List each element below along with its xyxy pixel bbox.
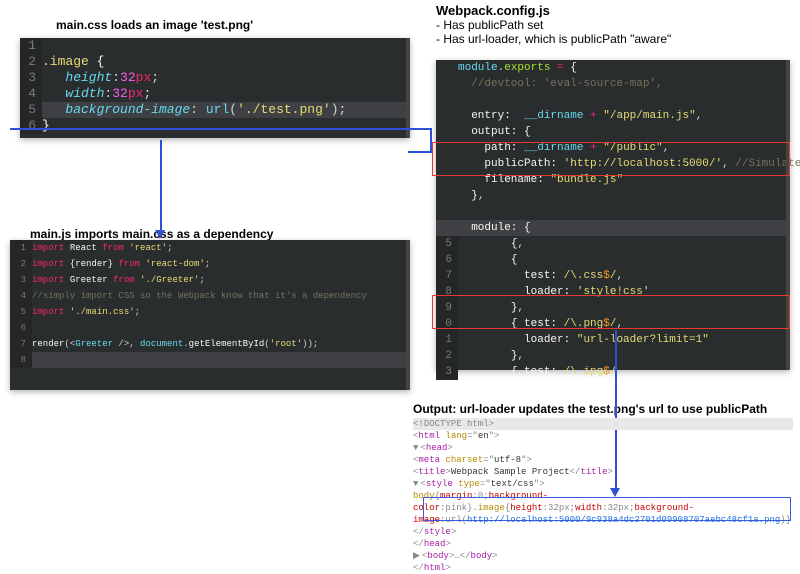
devtools-line: <meta charset="utf-8"> — [413, 454, 793, 466]
connector-v1 — [430, 128, 432, 153]
code-line: 5import './main.css'; — [10, 304, 410, 320]
code-line: }, — [436, 188, 790, 204]
code-line — [436, 204, 790, 220]
code-line: 7render(<Greeter />, document.getElement… — [10, 336, 410, 352]
devtools-line: </head> — [413, 538, 793, 550]
code-line: 1 loader: "url-loader?limit=1" — [436, 332, 790, 348]
code-line: 0 { test: /\.png$/, — [436, 316, 790, 332]
code-line: module.exports = { — [436, 60, 790, 76]
code-line: 6 { — [436, 252, 790, 268]
devtools-line: color:pink}.image{height:32px;width:32px… — [413, 502, 793, 514]
code-line: 2.image { — [20, 54, 410, 70]
config-editor-pane: module.exports = { //devtool: 'eval-sour… — [436, 60, 790, 370]
code-line: 7 test: /\.css$/, — [436, 268, 790, 284]
devtools-line: </html> — [413, 562, 793, 574]
devtools-line: ▼<head> — [413, 442, 793, 454]
code-line: path: __dirname + "/public", — [436, 140, 790, 156]
css-editor-pane: 12.image {3 height:32px;4 width:32px;5 b… — [20, 38, 410, 138]
caption-config-b2: - Has url-loader, which is publicPath "a… — [436, 32, 671, 47]
code-line: 2 }, — [436, 348, 790, 364]
caption-css: main.css loads an image 'test.png' — [56, 18, 253, 33]
code-line: 8 loader: 'style!css' — [436, 284, 790, 300]
code-line: 8 — [10, 352, 410, 368]
devtools-line: <html lang="en"> — [413, 430, 793, 442]
arrow-down-icon — [155, 230, 165, 239]
connector-h1 — [10, 128, 432, 130]
scrollbar[interactable] — [786, 60, 790, 370]
code-line: 5 {, — [436, 236, 790, 252]
caption-output: Output: url-loader updates the test.png'… — [413, 402, 767, 417]
caption-config-title: Webpack.config.js — [436, 3, 550, 19]
caption-config-b1: - Has publicPath set — [436, 18, 543, 33]
scrollbar[interactable] — [406, 240, 410, 390]
code-line: publicPath: 'http://localhost:5000/', //… — [436, 156, 790, 172]
devtools-line: ▶<body>…</body> — [413, 550, 793, 562]
code-line: output: { — [436, 124, 790, 140]
code-line: entry: __dirname + "/app/main.js", — [436, 108, 790, 124]
code-line: 9 }, — [436, 300, 790, 316]
code-line: 5 background-image: url('./test.png'); — [20, 102, 410, 118]
code-line: filename: "bundle.js" — [436, 172, 790, 188]
connector-css-to-js — [160, 140, 162, 232]
code-line: 3 height:32px; — [20, 70, 410, 86]
devtools-line: image:url(http://localhost:5000/9c938a4d… — [413, 514, 793, 526]
scrollbar[interactable] — [406, 38, 410, 138]
code-line: 6} — [20, 118, 410, 134]
code-line: 2import {render} from 'react-dom'; — [10, 256, 410, 272]
code-line: 4 width:32px; — [20, 86, 410, 102]
code-line: //devtool: 'eval-source-map', — [436, 76, 790, 92]
devtools-line: <title>Webpack Sample Project</title> — [413, 466, 793, 478]
code-line: module: { — [436, 220, 790, 236]
connector-h1b — [408, 151, 432, 153]
code-line: 1import React from 'react'; — [10, 240, 410, 256]
devtools-line: ▼<style type="text/css"> — [413, 478, 793, 490]
devtools-line: </style> — [413, 526, 793, 538]
code-line: 4//simply import CSS so the Webpack know… — [10, 288, 410, 304]
code-line: 3 { test: /\.ipg$/. — [436, 364, 790, 380]
devtools-line: body{margin:0;background- — [413, 490, 793, 502]
code-line: 6 — [10, 320, 410, 336]
devtools-output: <!DOCTYPE html><html lang="en"> ▼<head> … — [413, 418, 793, 574]
devtools-line: <!DOCTYPE html> — [413, 418, 793, 430]
code-line: 1 — [20, 38, 410, 54]
code-line — [436, 92, 790, 108]
js-editor-pane: 1import React from 'react';2import {rend… — [10, 240, 410, 390]
code-line: 3import Greeter from './Greeter'; — [10, 272, 410, 288]
